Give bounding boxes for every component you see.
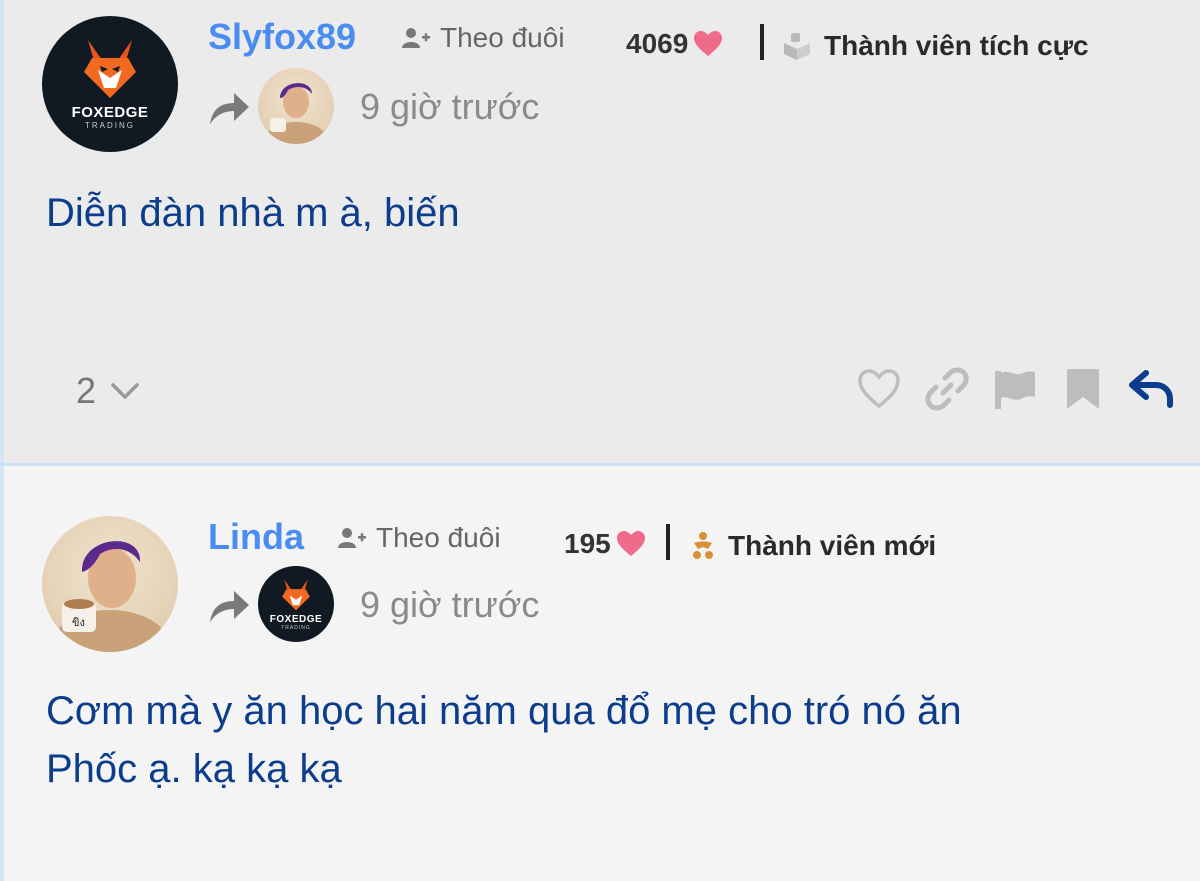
rank-label: Thành viên mới: [728, 530, 937, 561]
post-content: Diễn đàn nhà m à, biến: [46, 191, 460, 235]
follow-button[interactable]: Theo đuôi: [402, 22, 565, 54]
reply-icon: [1129, 370, 1173, 408]
post-content-line: Cơm mà y ăn học hai năm qua đổ mẹ cho tr…: [46, 689, 962, 733]
fox-avatar-sub: TRADING: [85, 121, 135, 130]
link-icon: [925, 367, 969, 411]
divider: [760, 24, 764, 60]
reply-button[interactable]: [1128, 366, 1174, 412]
chevron-down-icon: [111, 383, 139, 399]
badge-icon: [784, 33, 810, 60]
username-link[interactable]: Slyfox89: [208, 16, 356, 58]
follow-label: Theo đuôi: [376, 522, 501, 553]
like-count: 4069: [626, 28, 723, 60]
reply-to-avatar[interactable]: [258, 68, 334, 144]
divider: [666, 524, 670, 560]
woman-portrait-icon: ขิง: [52, 541, 168, 652]
reply-arrow-icon: [210, 591, 249, 622]
follow-icon: [338, 528, 366, 548]
post-content-line: Phốc ạ. kạ kạ kạ: [46, 747, 342, 791]
username-link[interactable]: Linda: [208, 516, 304, 558]
avatar-slyfox89[interactable]: FOXEDGE TRADING: [42, 16, 178, 152]
post-time[interactable]: 9 giờ trước: [360, 86, 539, 128]
heart-icon: [616, 531, 645, 556]
reply-arrow-icon: [210, 93, 249, 124]
heart-icon: [694, 31, 723, 56]
fox-logo-icon: [84, 40, 136, 98]
copy-link-button[interactable]: [924, 366, 970, 412]
rank-label: Thành viên tích cực: [824, 30, 1089, 61]
replies-toggle[interactable]: 2: [76, 370, 140, 412]
badge-icon: [693, 532, 713, 559]
fox-avatar-brand: FOXEDGE: [71, 104, 149, 121]
flag-button[interactable]: [992, 366, 1038, 412]
fox-logo-icon: [282, 579, 310, 610]
bookmark-button[interactable]: [1060, 366, 1106, 412]
avatar-linda[interactable]: ขิง: [42, 516, 178, 652]
like-count-value: 195: [564, 528, 611, 559]
fox-avatar-brand: FOXEDGE: [269, 613, 323, 625]
follow-button[interactable]: Theo đuôi: [338, 522, 501, 554]
reply-to-avatar[interactable]: FOXEDGE TRADING: [258, 566, 334, 642]
fox-avatar-sub: TRADING: [281, 624, 311, 631]
like-count: 195: [564, 528, 645, 560]
rank-badge: Thành viên tích cực: [782, 30, 1089, 62]
reply-count: 2: [76, 370, 97, 411]
post-slyfox89: FOXEDGE TRADING Slyfox89 Theo đuôi 4069 …: [0, 0, 1200, 466]
like-count-value: 4069: [626, 28, 689, 59]
svg-text:ขิง: ขิง: [72, 616, 85, 629]
like-button[interactable]: [856, 366, 902, 412]
follow-label: Theo đuôi: [440, 22, 565, 53]
bookmark-icon: [1067, 369, 1099, 409]
woman-portrait-icon: [266, 83, 326, 144]
like-icon: [858, 369, 900, 409]
post-actions: [856, 366, 1174, 412]
post-linda: ขิง Linda Theo đuôi 195 Thành viên mới F…: [0, 466, 1200, 881]
rank-badge: Thành viên mới: [690, 530, 936, 562]
post-time[interactable]: 9 giờ trước: [360, 584, 539, 626]
flag-icon: [995, 371, 1035, 409]
follow-icon: [402, 28, 430, 48]
post-content: Cơm mà y ăn học hai năm qua đổ mẹ cho tr…: [46, 682, 962, 798]
